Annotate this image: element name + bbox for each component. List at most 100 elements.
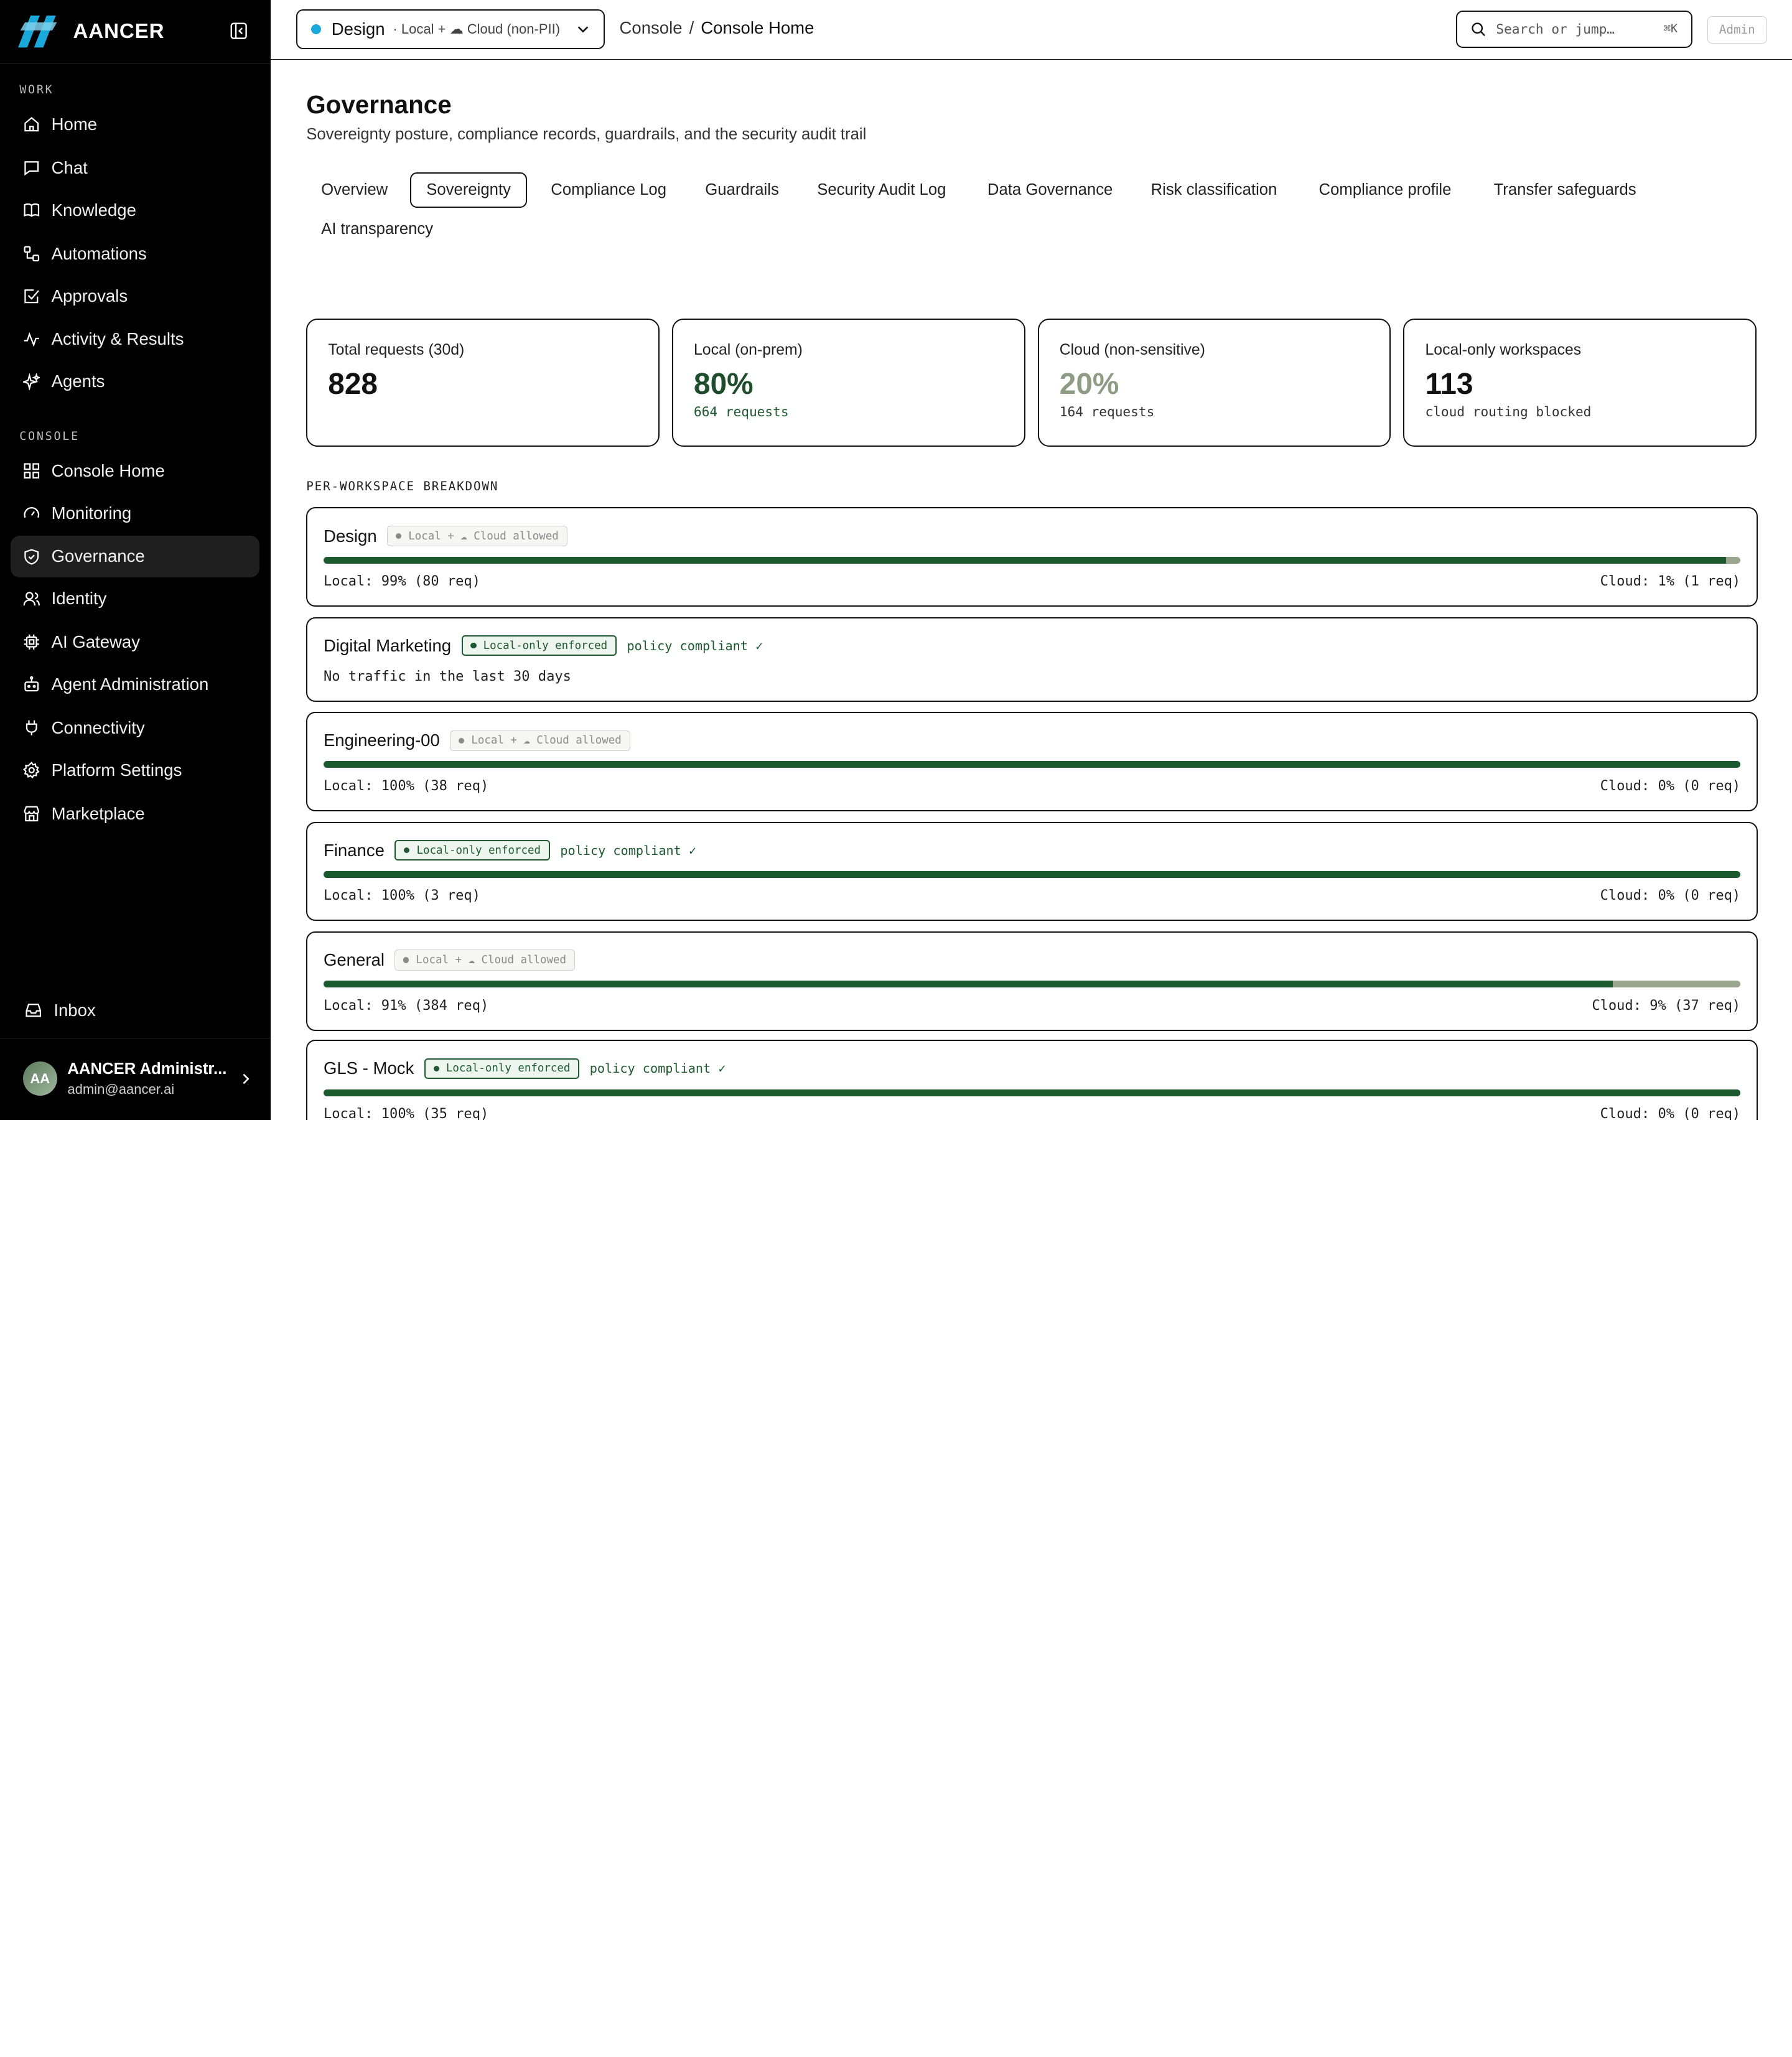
sidebar-item-approvals[interactable]: Approvals [11,276,259,317]
sidebar-item-agents[interactable]: Agents [11,361,259,402]
search-shortcut: ⌘K [1664,22,1678,36]
workflow-icon [24,246,39,262]
sidebar-item-label: Activity & Results [51,329,184,349]
breadcrumb-current: Console Home [701,18,814,38]
sidebar-item-label: Approvals [51,286,128,306]
stat-sub: cloud routing blocked [1425,403,1592,419]
sidebar-item-platform-settings[interactable]: Platform Settings [11,750,259,791]
local-cloud-bar [323,761,1741,768]
search-icon [1472,22,1485,36]
search-placeholder: Search or jump… [1496,21,1615,37]
tab-guardrails[interactable]: Guardrails [690,172,793,208]
policy-chip: Local-only enforced [394,840,550,861]
stat-label: Local (on-prem) [694,342,803,359]
sidebar-collapse-icon[interactable] [230,22,248,40]
local-fill [323,981,1613,988]
workspace-row-digital-marketing[interactable]: Digital Marketing Local-only enforced po… [306,617,1758,702]
stat-value: 20% [1059,368,1119,401]
stat-sub: 664 requests [694,403,789,419]
sidebar-item-label: Connectivity [51,717,145,737]
sparkles-icon [22,373,40,391]
sidebar-item-automations[interactable]: Automations [11,233,259,274]
stat-card-local: Local (on-prem) 80% 664 requests [671,319,1025,447]
local-cloud-bar [323,981,1741,988]
tab-sovereignty[interactable]: Sovereignty [410,172,527,208]
main-content: Design · Local + ☁ Cloud (non-PII) Conso… [271,0,1792,1120]
sidebar-item-connectivity[interactable]: Connectivity [11,707,259,749]
tab-transfer-safeguards[interactable]: Transfer safeguards [1479,172,1651,208]
sidebar-item-console-home[interactable]: Console Home [11,450,259,492]
tab-security-audit-log[interactable]: Security Audit Log [802,172,961,208]
workspace-row-finance[interactable]: Finance Local-only enforced policy compl… [306,821,1758,921]
stat-label: Local-only workspaces [1425,342,1582,359]
shield-icon [24,549,39,565]
stat-label: Total requests (30d) [328,342,465,359]
policy-chip: Local + ☁ Cloud allowed [387,526,567,547]
workspace-title: Engineering-00 [323,730,440,750]
sidebar-item-chat[interactable]: Chat [11,147,259,189]
workspace-row-gls-mock[interactable]: GLS - Mock Local-only enforced policy co… [306,1040,1758,1120]
policy-chip: Local-only enforced [424,1058,580,1079]
workspace-row-general[interactable]: General Local + ☁ Cloud allowed Local: 9… [306,931,1758,1031]
breakdown-heading: PER-WORKSPACE BREAKDOWN [306,478,499,493]
local-cloud-bar [323,1089,1741,1096]
avatar: AA [22,1061,57,1096]
sidebar-item-label: Monitoring [51,503,132,523]
sidebar-item-monitoring[interactable]: Monitoring [11,493,259,534]
inbox-icon [26,1004,42,1017]
sidebar-item-ai-gateway[interactable]: AI Gateway [11,622,259,663]
local-stat: Local: 99% (80 req) [323,574,480,590]
sidebar-item-label: Home [51,114,98,134]
cloud-stat: Cloud: 1% (1 req) [1600,574,1741,590]
tab-compliance-profile[interactable]: Compliance profile [1304,172,1467,208]
stat-sub: 164 requests [1059,403,1155,419]
tab-risk-classification[interactable]: Risk classification [1136,172,1292,208]
sidebar-item-label: Chat [51,157,88,177]
sidebar-item-label: Console Home [51,460,165,480]
policy-chip: Local-only enforced [461,635,617,656]
local-fill [323,556,1727,564]
local-stat: Local: 100% (38 req) [323,778,489,794]
section-label-console: CONSOLE [19,429,80,443]
tab-compliance-log[interactable]: Compliance Log [536,172,681,208]
bot-icon [24,676,39,692]
check-square-icon [24,289,39,304]
sidebar-item-identity[interactable]: Identity [11,578,259,619]
cloud-stat: Cloud: 9% (37 req) [1592,997,1741,1014]
search-input[interactable]: Search or jump… ⌘K [1455,10,1693,49]
sidebar-item-inbox[interactable]: Inbox [12,990,261,1031]
chevron-down-icon [577,26,588,33]
user-menu[interactable]: AA AANCER Administr... admin@aancer.ai [22,1056,253,1101]
workspace-row-design[interactable]: Design Local + ☁ Cloud allowed Local: 99… [306,507,1758,607]
sidebar-item-marketplace[interactable]: Marketplace [11,793,259,834]
sidebar-item-home[interactable]: Home [11,104,259,145]
tab-data-governance[interactable]: Data Governance [973,172,1127,208]
workspace-title: General [323,949,385,969]
local-stat: Local: 100% (3 req) [323,888,480,904]
policy-chip: Local + ☁ Cloud allowed [450,730,630,751]
workspace-name: Design [331,19,385,39]
local-fill [323,1089,1741,1096]
sidebar-item-activity-results[interactable]: Activity & Results [11,319,259,360]
tab-ai-transparency[interactable]: AI transparency [306,212,448,247]
sidebar-item-agent-administration[interactable]: Agent Administration [11,664,259,705]
topbar: Design · Local + ☁ Cloud (non-PII) Conso… [271,0,1792,60]
breadcrumb-parent[interactable]: Console [619,18,682,37]
sidebar-item-label: Governance [51,546,145,566]
breadcrumb: Console / Console Home [619,18,814,38]
tab-overview[interactable]: Overview [306,172,403,208]
sidebar-item-label: Inbox [54,1000,96,1020]
sidebar-item-knowledge[interactable]: Knowledge [11,190,259,231]
chip-icon [24,635,39,650]
workspace-selector[interactable]: Design · Local + ☁ Cloud (non-PII) [296,9,605,49]
grid-icon [24,463,39,479]
gear-icon [22,762,40,779]
sidebar-item-label: Knowledge [51,200,136,220]
sidebar-item-label: Agent Administration [51,674,209,694]
book-icon [24,203,39,217]
sidebar-item-governance[interactable]: Governance [10,536,259,577]
chevron-right-icon [243,1073,250,1084]
stat-card-cloud: Cloud (non-sensitive) 20% 164 requests [1037,319,1391,447]
workspace-row-engineering-00[interactable]: Engineering-00 Local + ☁ Cloud allowed L… [306,712,1758,812]
compliance-status: policy compliant ✓ [589,1061,726,1076]
